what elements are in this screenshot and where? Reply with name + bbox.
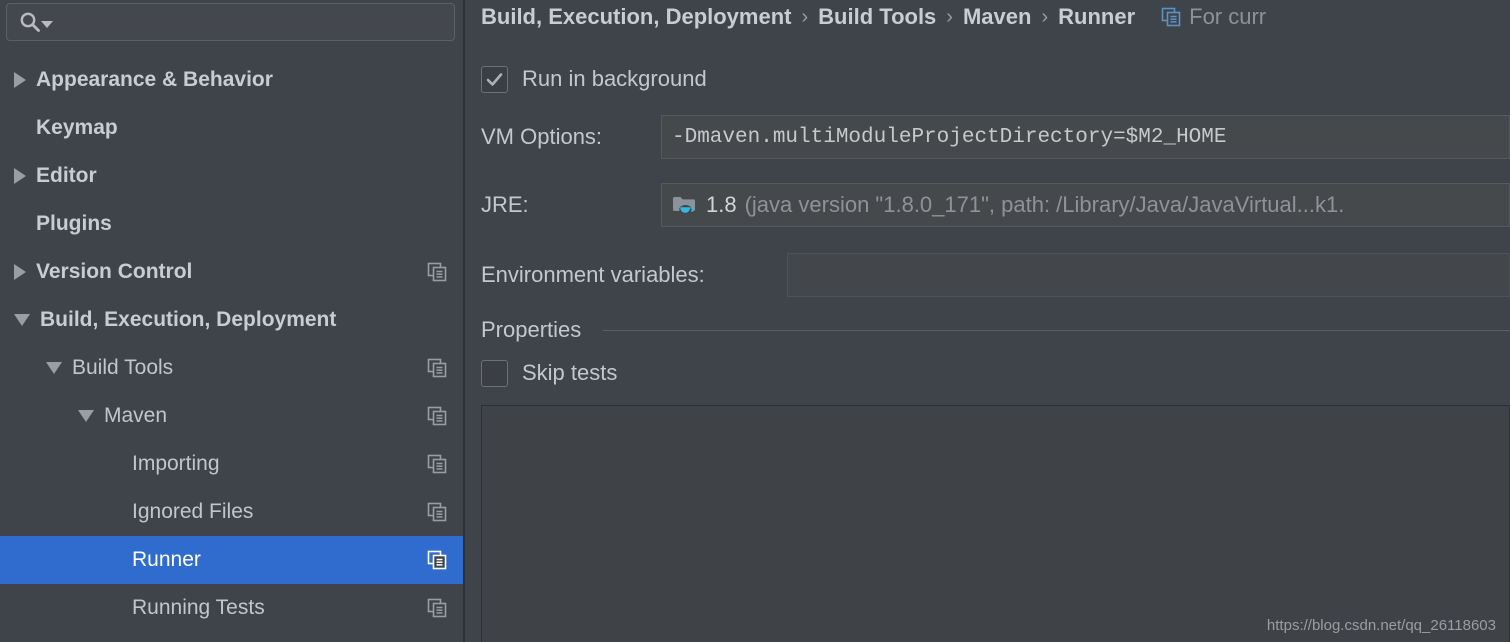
jre-label: JRE: xyxy=(481,192,529,217)
sidebar-item-label: Build Tools xyxy=(72,356,174,379)
jre-combobox[interactable]: 1.8 (java version "1.8.0_171", path: /Li… xyxy=(661,183,1510,227)
settings-tree: Appearance & Behavior Keymap Editor Plugins… xyxy=(0,56,463,632)
java-folder-icon xyxy=(672,194,698,216)
chevron-down-icon[interactable] xyxy=(46,362,62,374)
vm-options-label: VM Options: xyxy=(481,124,603,149)
copy-icon[interactable] xyxy=(427,406,447,426)
sidebar-item-build-execution-deployment[interactable]: Build, Execution, Deployment xyxy=(0,296,463,344)
search-input[interactable] xyxy=(53,11,454,33)
settings-search-box[interactable] xyxy=(6,3,455,41)
jre-version: 1.8 xyxy=(706,192,737,217)
breadcrumb-crumb[interactable]: Runner xyxy=(1058,4,1135,30)
sidebar-item-label: Appearance & Behavior xyxy=(36,68,273,91)
sidebar-item-plugins[interactable]: Plugins xyxy=(0,200,463,248)
settings-content-pane: Build, Execution, Deployment › Build Tools… xyxy=(465,0,1510,642)
environment-variables-input[interactable] xyxy=(787,253,1510,297)
copy-icon[interactable] xyxy=(427,550,447,570)
checkmark-icon xyxy=(486,72,503,86)
chevron-down-icon[interactable] xyxy=(14,314,30,326)
watermark-text: https://blog.csdn.net/qq_26118603 xyxy=(1266,617,1496,634)
chevron-right-icon[interactable] xyxy=(14,168,26,184)
properties-section-title: Properties xyxy=(481,317,582,342)
sidebar-item-importing[interactable]: Importing xyxy=(0,440,463,488)
settings-dialog: Appearance & Behavior Keymap Editor Plugins… xyxy=(0,0,1510,642)
sidebar-item-label: Importing xyxy=(132,452,220,475)
breadcrumb-scope-label: For curr xyxy=(1189,4,1267,29)
skip-tests-checkbox[interactable] xyxy=(481,359,508,387)
chevron-right-icon[interactable] xyxy=(14,72,26,88)
breadcrumb-separator: › xyxy=(946,5,953,28)
environment-variables-row: Environment variables: xyxy=(481,251,1510,299)
chevron-down-icon[interactable] xyxy=(41,20,53,28)
skip-tests-row[interactable]: Skip tests xyxy=(481,349,1510,397)
chevron-down-icon[interactable] xyxy=(78,410,94,422)
run-in-background-label: Run in background xyxy=(522,66,707,91)
copy-icon[interactable] xyxy=(427,262,447,282)
chevron-right-icon[interactable] xyxy=(14,264,26,280)
sidebar-item-version-control[interactable]: Version Control xyxy=(0,248,463,296)
breadcrumb-separator: › xyxy=(801,5,809,28)
copy-icon[interactable] xyxy=(427,358,447,378)
sidebar-item-label: Editor xyxy=(36,164,97,187)
breadcrumb: Build, Execution, Deployment › Build Tools… xyxy=(481,4,1266,30)
sidebar-item-maven[interactable]: Maven xyxy=(0,392,463,440)
sidebar-item-keymap[interactable]: Keymap xyxy=(0,104,463,152)
search-icon xyxy=(19,11,41,33)
sidebar-item-appearance-behavior[interactable]: Appearance & Behavior xyxy=(0,56,463,104)
breadcrumb-crumb[interactable]: Maven xyxy=(963,4,1031,30)
breadcrumb-crumb[interactable]: Build, Execution, Deployment xyxy=(481,4,791,30)
vm-options-row: VM Options: -Dmaven.multiModuleProjectDi… xyxy=(481,113,1510,161)
copy-icon[interactable] xyxy=(427,454,447,474)
copy-icon[interactable] xyxy=(427,598,447,618)
sidebar-item-label: Plugins xyxy=(36,212,112,235)
skip-tests-label: Skip tests xyxy=(522,360,618,385)
jre-row: JRE: 1.8 (java version "1.8.0_171", path… xyxy=(481,181,1510,229)
sidebar-item-label: Ignored Files xyxy=(132,500,254,523)
sidebar-item-ignored-files[interactable]: Ignored Files xyxy=(0,488,463,536)
vm-options-input[interactable]: -Dmaven.multiModuleProjectDirectory=$M2_… xyxy=(661,115,1510,159)
breadcrumb-scope-tag: For curr xyxy=(1161,4,1266,30)
properties-section-header: Properties xyxy=(481,317,1510,343)
environment-variables-label: Environment variables: xyxy=(481,262,705,287)
sidebar-item-runner[interactable]: Runner xyxy=(0,536,463,584)
section-divider xyxy=(603,329,1510,331)
copy-icon xyxy=(1161,7,1181,27)
sidebar-item-label: Running Tests xyxy=(132,596,265,619)
sidebar-item-label: Build, Execution, Deployment xyxy=(40,308,337,331)
sidebar-item-label: Runner xyxy=(132,548,201,571)
copy-icon[interactable] xyxy=(427,502,447,522)
sidebar-item-running-tests[interactable]: Running Tests xyxy=(0,584,463,632)
sidebar-item-label: Version Control xyxy=(36,260,193,283)
jre-detail: (java version "1.8.0_171", path: /Librar… xyxy=(744,192,1345,217)
settings-sidebar: Appearance & Behavior Keymap Editor Plugins… xyxy=(0,0,465,642)
breadcrumb-separator: › xyxy=(1041,5,1049,28)
run-in-background-checkbox[interactable] xyxy=(481,65,508,93)
sidebar-item-editor[interactable]: Editor xyxy=(0,152,463,200)
sidebar-item-label: Keymap xyxy=(36,116,118,139)
run-in-background-row[interactable]: Run in background xyxy=(481,55,1510,103)
maven-runner-form: Run in background VM Options: -Dmaven.mu… xyxy=(481,55,1510,642)
sidebar-item-label: Maven xyxy=(104,404,168,427)
breadcrumb-crumb[interactable]: Build Tools xyxy=(818,4,936,30)
properties-table-panel[interactable] xyxy=(481,405,1510,642)
sidebar-item-build-tools[interactable]: Build Tools xyxy=(0,344,463,392)
